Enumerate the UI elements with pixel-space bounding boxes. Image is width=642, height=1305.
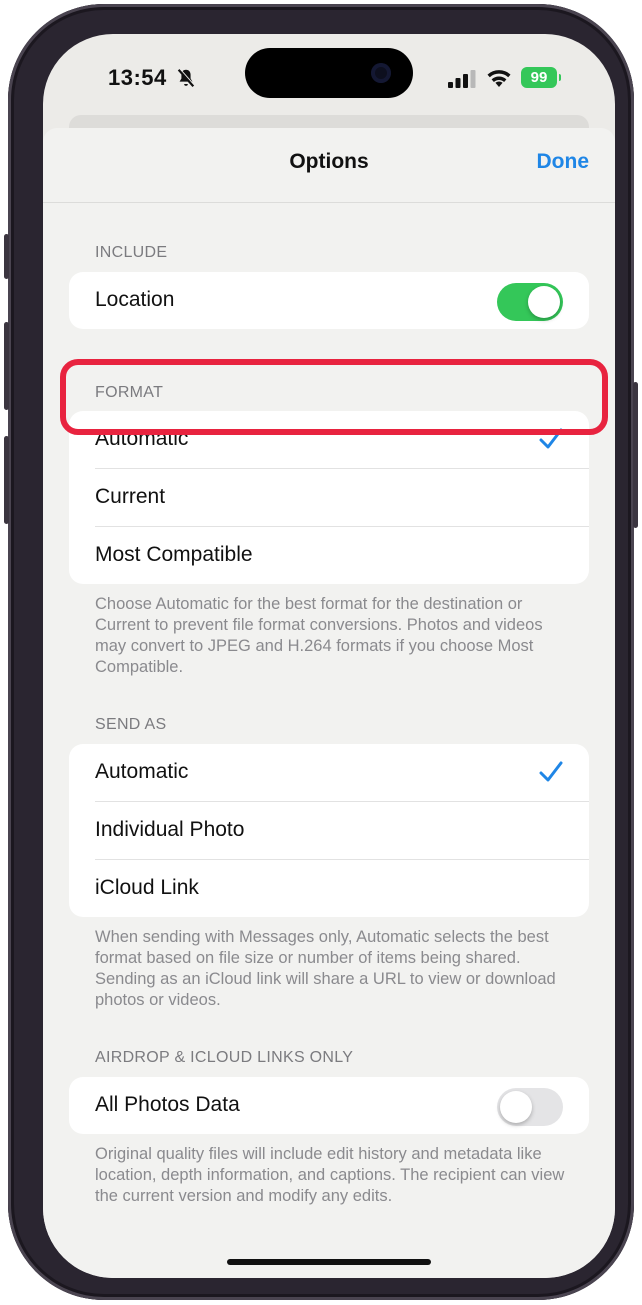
wifi-icon bbox=[487, 70, 511, 87]
option-label: Automatic bbox=[95, 760, 189, 783]
checkmark-icon bbox=[539, 428, 563, 449]
battery-charging-icon: 99 bbox=[521, 67, 561, 88]
option-label: Automatic bbox=[95, 427, 189, 450]
option-label: Individual Photo bbox=[95, 818, 245, 841]
camera-icon bbox=[371, 63, 391, 83]
airdrop-group: All Photos Data bbox=[69, 1077, 589, 1134]
toggle-knob bbox=[500, 1091, 532, 1123]
bell-slash-icon bbox=[177, 68, 195, 88]
volume-up-button bbox=[4, 322, 9, 410]
airdrop-footer: Original quality files will include edit… bbox=[95, 1145, 565, 1205]
airdrop-header: AIRDROP & ICLOUD LINKS ONLY bbox=[95, 1049, 354, 1066]
all-photos-data-toggle[interactable] bbox=[497, 1088, 563, 1126]
option-label: Current bbox=[95, 485, 166, 508]
send-as-footer: When sending with Messages only, Automat… bbox=[95, 928, 556, 1009]
format-option-most-compatible[interactable]: Most Compatible bbox=[95, 527, 589, 584]
action-button bbox=[4, 234, 9, 279]
format-group: Automatic Current Most Compatible bbox=[69, 411, 589, 584]
format-option-current[interactable]: Current bbox=[95, 469, 589, 527]
all-photos-data-label: All Photos Data bbox=[95, 1093, 240, 1116]
all-photos-data-row[interactable]: All Photos Data bbox=[95, 1077, 589, 1134]
include-group: Location bbox=[69, 272, 589, 329]
send-as-option-icloud-link[interactable]: iCloud Link bbox=[95, 860, 589, 917]
dynamic-island bbox=[245, 48, 413, 98]
cellular-signal-icon bbox=[448, 70, 476, 88]
location-label: Location bbox=[95, 288, 175, 311]
location-row[interactable]: Location bbox=[95, 272, 589, 329]
options-sheet: Options Done INCLUDE Location FORMAT Aut… bbox=[43, 128, 615, 1278]
phone-frame: 13:54 99 Options Done INCLUDE Location F… bbox=[4, 4, 638, 1300]
include-header: INCLUDE bbox=[95, 244, 168, 261]
send-as-group: Automatic Individual Photo iCloud Link bbox=[69, 744, 589, 917]
status-bar: 13:54 99 bbox=[43, 34, 615, 124]
power-button bbox=[633, 382, 638, 528]
location-toggle[interactable] bbox=[497, 283, 563, 321]
send-as-option-automatic[interactable]: Automatic bbox=[95, 744, 589, 802]
toggle-knob bbox=[528, 286, 560, 318]
format-option-automatic[interactable]: Automatic bbox=[95, 411, 589, 469]
option-label: iCloud Link bbox=[95, 876, 199, 899]
format-footer: Choose Automatic for the best format for… bbox=[95, 595, 543, 676]
home-indicator[interactable] bbox=[227, 1259, 431, 1265]
nav-bar: Options Done bbox=[43, 128, 615, 203]
battery-level: 99 bbox=[530, 69, 548, 86]
done-button[interactable]: Done bbox=[537, 150, 590, 174]
format-header: FORMAT bbox=[95, 384, 164, 401]
option-label: Most Compatible bbox=[95, 543, 253, 566]
volume-down-button bbox=[4, 436, 9, 524]
status-time: 13:54 bbox=[108, 65, 167, 90]
send-as-header: SEND AS bbox=[95, 716, 167, 733]
send-as-option-individual-photo[interactable]: Individual Photo bbox=[95, 802, 589, 860]
page-title: Options bbox=[289, 150, 369, 173]
screen: 13:54 99 Options Done INCLUDE Location F… bbox=[43, 34, 615, 1278]
checkmark-icon bbox=[539, 761, 563, 782]
